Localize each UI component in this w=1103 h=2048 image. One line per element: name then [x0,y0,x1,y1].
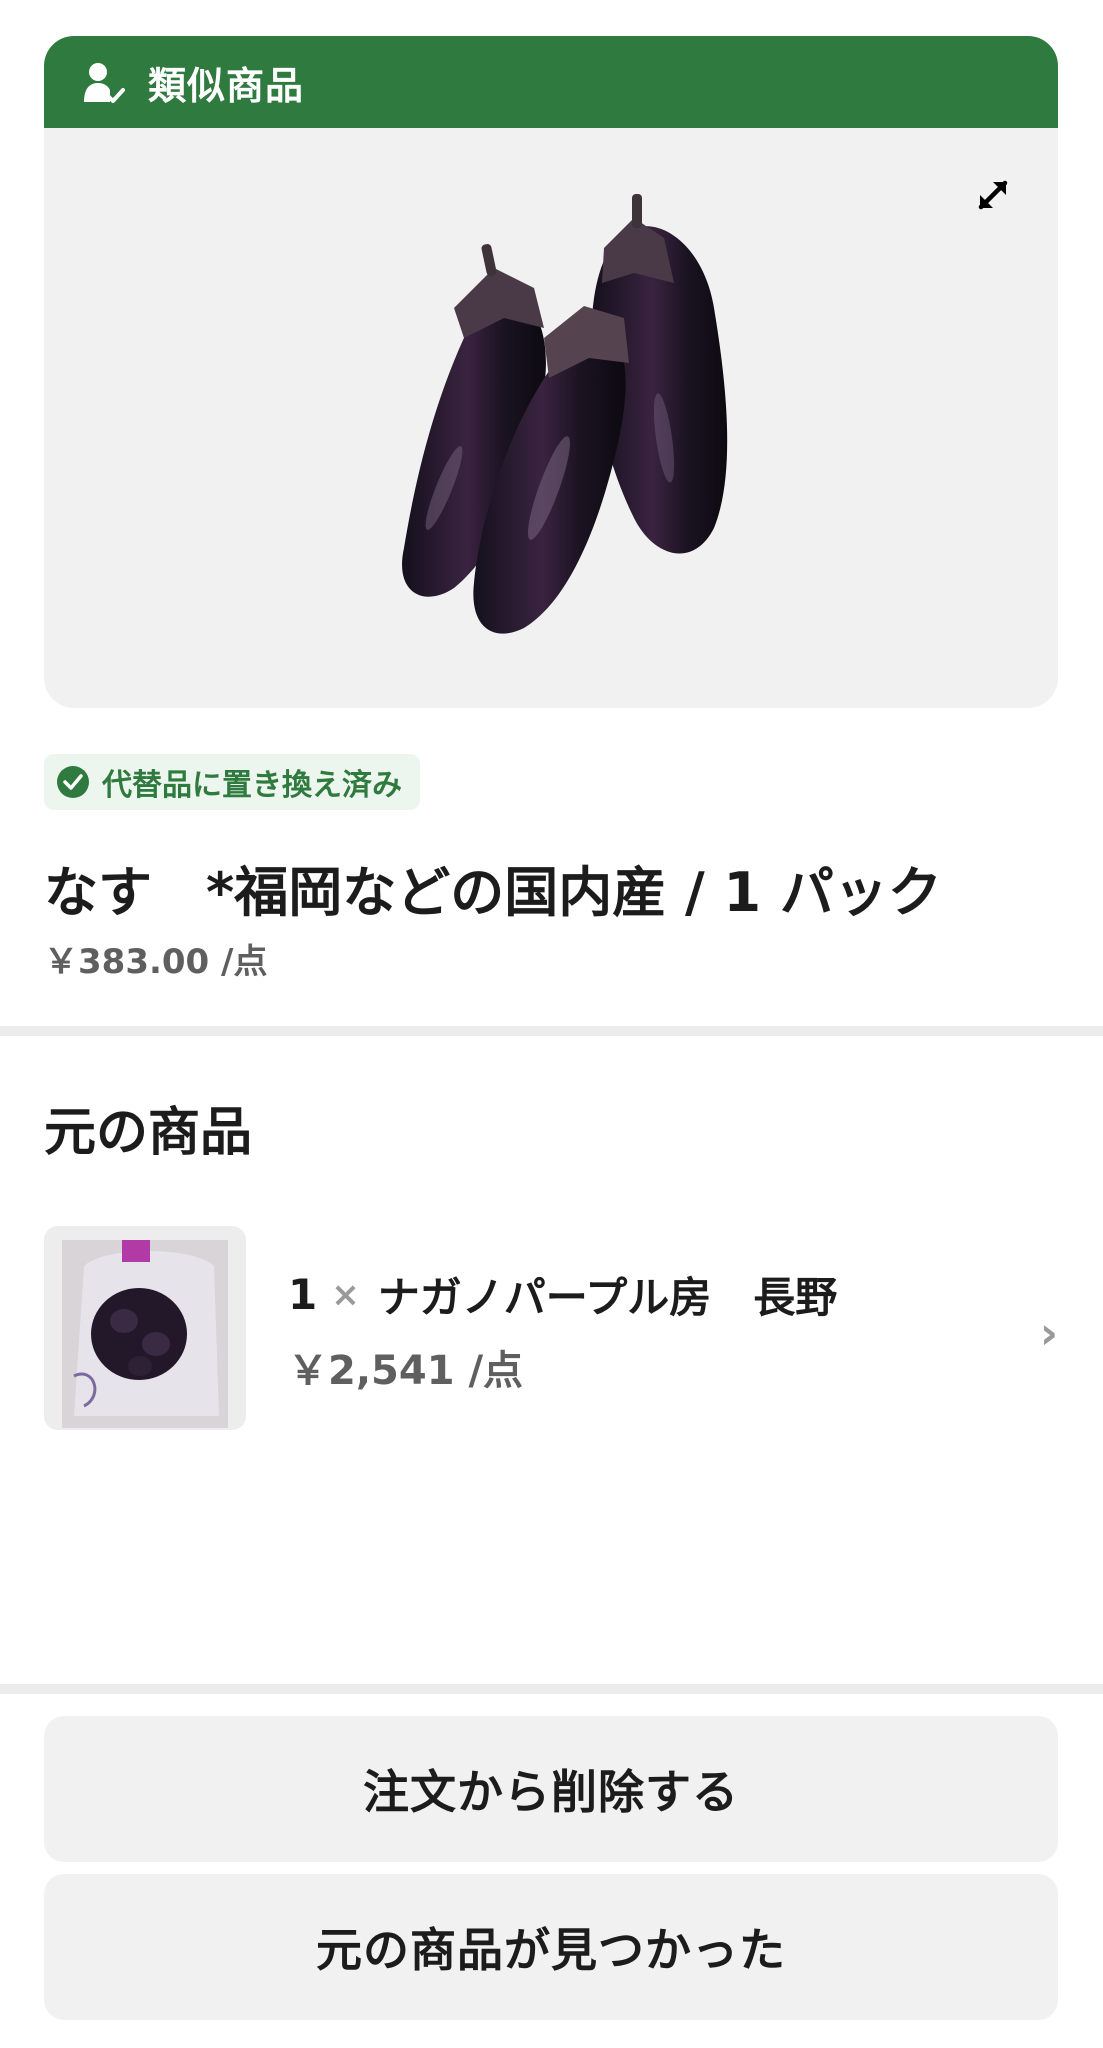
original-product-section-title: 元の商品 [44,1103,253,1163]
substitute-product-price: ￥383.00 /点 [44,942,268,982]
original-product-thumbnail [44,1226,246,1430]
section-divider [0,1684,1103,1694]
original-product-item[interactable]: 1 × ナガノパープル房 長野 ￥2,541 /点 › [44,1226,1058,1432]
substitution-detail-page: 類似商品 代替品に置き換え済み なす *福岡などの国内産 / 1 パック ￥38… [0,0,1103,2048]
original-product-price: ￥2,541 /点 [288,1348,524,1394]
expand-icon[interactable] [972,174,1014,216]
similar-product-title: 類似商品 [148,63,305,108]
original-product-title-line: 1 × ナガノパープル房 長野 [288,1264,837,1325]
substitute-product-name: なす *福岡などの国内産 / 1 パック [44,861,942,924]
replaced-status-label: 代替品に置き換え済み [102,768,402,803]
remove-from-order-button[interactable]: 注文から削除する [44,1716,1058,1862]
similar-product-image-area[interactable] [44,128,1058,708]
replaced-status-badge: 代替品に置き換え済み [44,754,420,810]
original-found-button[interactable]: 元の商品が見つかった [44,1874,1058,2020]
eggplant-image [402,194,728,634]
similar-product-card: 類似商品 [44,36,1058,708]
section-divider [0,1026,1103,1036]
multiply-icon: × [331,1274,360,1315]
person-check-icon [78,58,126,106]
original-product-quantity: 1 [288,1270,318,1319]
chevron-right-icon[interactable]: › [1040,1308,1058,1359]
check-circle-icon [56,765,90,799]
similar-product-header: 類似商品 [44,36,1058,128]
original-product-name: ナガノパープル房 長野 [377,1273,838,1322]
